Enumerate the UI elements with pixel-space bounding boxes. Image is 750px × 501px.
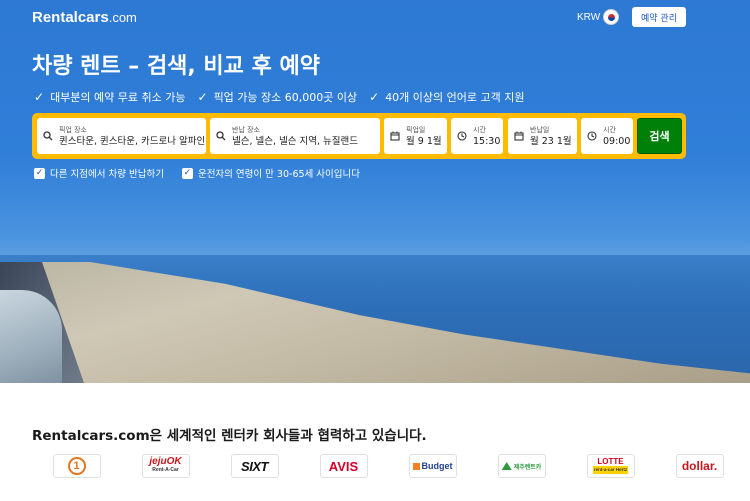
checkmark-icon: ✓ (34, 90, 45, 104)
korea-flag-icon[interactable] (603, 9, 619, 25)
dropoff-time-field[interactable]: 시간 09:00 (581, 118, 633, 154)
partner-dollar-text: dollar. (675, 454, 724, 478)
driver-age-label: 운전자의 연령이 만 30-65세 사이입니다 (197, 169, 360, 180)
mountain-icon (501, 462, 512, 470)
usp-list: ✓ 대부분의 예약 무료 취소 가능 ✓ 픽업 가능 장소 60,000곳 이상… (34, 89, 525, 105)
checkbox-checked-icon[interactable]: ✓ (34, 167, 45, 179)
checkbox-checked-icon[interactable]: ✓ (181, 167, 193, 179)
dropoff-date-value: 월 23 1월 (530, 135, 572, 147)
partner-logo-lotte: LOTTE rent-a-car Hertz (566, 452, 655, 480)
driver-age-option[interactable]: ✓ 운전자의 연령이 만 30-65세 사이입니다 (181, 166, 360, 180)
pickup-time-label: 시간 (473, 125, 486, 134)
partner-logos: 1 jejuOK Rent-A-Car SIXT AVIS Budget 제주렌… (32, 452, 744, 480)
partner-logo-jejuok: jejuOK Rent-A-Car (121, 452, 210, 480)
partner-avis-text: AVIS (319, 454, 368, 478)
partner-jeju-rentcar-text: 제주렌트카 (513, 464, 542, 471)
partner-lotte-sub: rent-a-car Hertz (592, 466, 629, 474)
partner-jejuok-text: jejuOK (149, 456, 182, 467)
partner-logo-jeju-rentcar: 제주렌트카 (477, 452, 566, 480)
dropoff-time-value: 09:00 (603, 135, 631, 147)
different-location-label: 다른 지점에서 차량 반납하기 (50, 169, 164, 180)
dropoff-time-label: 시간 (603, 125, 616, 134)
dropoff-location-value: 넬슨, 넬슨, 넬슨 지역, 뉴질랜드 (232, 135, 359, 147)
pickup-date-value: 월 9 1월 (406, 135, 442, 147)
usp-text: 40개 이상의 언어로 고객 지원 (385, 91, 525, 104)
dropoff-date-label: 반납일 (530, 125, 550, 134)
different-location-option[interactable]: ✓ 다른 지점에서 차량 반납하기 (34, 166, 164, 180)
clock-icon (451, 131, 473, 141)
partner-jeju-rentcar-logo: 제주렌트카 (497, 454, 546, 478)
pickup-location-field[interactable]: 픽업 장소 퀸스타운, 퀸스타운, 카드로나 알파인 (37, 118, 206, 154)
search-bar: 픽업 장소 퀸스타운, 퀸스타운, 카드로나 알파인 반납 장소 넬슨, 넬슨,… (32, 113, 686, 159)
partners-title: Rentalcars.com은 세계적인 렌터카 회사들과 협력하고 있습니다. (32, 428, 427, 444)
partner-budget-logo: Budget (408, 454, 457, 478)
partner-budget-text: Budget (421, 461, 453, 471)
pickup-date-label: 픽업일 (406, 125, 426, 134)
pickup-location-label: 픽업 장소 (59, 125, 87, 134)
partner-sixt-text: SIXT (230, 454, 279, 478)
rentalcars-logo[interactable]: Rentalcars.com (32, 9, 137, 26)
page-title: 차량 렌트 – 검색, 비교 후 예약 (32, 54, 320, 79)
manage-booking-button[interactable]: 예약 관리 (632, 7, 686, 27)
partner-logo-1: 1 (32, 452, 121, 480)
clock-icon (581, 131, 603, 141)
pickup-location-value: 퀸스타운, 퀸스타운, 카드로나 알파인 (59, 135, 206, 147)
partner-logo-avis: AVIS (299, 452, 388, 480)
calendar-icon (508, 131, 530, 141)
partner-logo-dollar: dollar. (655, 452, 744, 480)
usp-item: ✓ 40개 이상의 언어로 고객 지원 (369, 89, 524, 105)
logo-main-text: Rentalcars (32, 9, 109, 26)
checkmark-icon: ✓ (369, 90, 380, 104)
usp-item: ✓ 대부분의 예약 무료 취소 가능 (34, 89, 186, 105)
partner-jejuok-logo: jejuOK Rent-A-Car (141, 454, 190, 478)
usp-item: ✓ 픽업 가능 장소 60,000곳 이상 (198, 89, 358, 105)
dropoff-date-field[interactable]: 반납일 월 23 1월 (508, 118, 577, 154)
dropoff-location-label: 반납 장소 (232, 125, 260, 134)
pickup-time-field[interactable]: 시간 15:30 (451, 118, 503, 154)
logo-domain-text: .com (108, 10, 137, 25)
partner-one-text: 1 (67, 457, 86, 475)
hero-banner: Rentalcars.com KRW 예약 관리 차량 렌트 – 검색, 비교 … (0, 0, 750, 383)
partner-logo-sixt: SIXT (210, 452, 299, 480)
partner-one-logo: 1 (52, 454, 101, 478)
search-button[interactable]: 검색 (637, 118, 682, 154)
budget-mark-icon (412, 462, 420, 470)
partner-lotte-logo: LOTTE rent-a-car Hertz (586, 454, 635, 478)
partner-lotte-text: LOTTE (597, 457, 624, 466)
dropoff-location-field[interactable]: 반납 장소 넬슨, 넬슨, 넬슨 지역, 뉴질랜드 (210, 118, 380, 154)
checkmark-icon: ✓ (197, 90, 208, 104)
currency-selector[interactable]: KRW (577, 12, 600, 23)
search-icon (210, 131, 232, 141)
usp-text: 대부분의 예약 무료 취소 가능 (50, 91, 186, 104)
hero-car-mirror (0, 290, 62, 383)
search-options: ✓ 다른 지점에서 차량 반납하기 ✓ 운전자의 연령이 만 30-65세 사이… (34, 166, 360, 180)
partner-logo-budget: Budget (388, 452, 477, 480)
search-icon (37, 131, 59, 141)
pickup-time-value: 15:30 (473, 135, 501, 147)
calendar-icon (384, 131, 406, 141)
usp-text: 픽업 가능 장소 60,000곳 이상 (213, 91, 358, 104)
partner-jejuok-sub: Rent-A-Car (152, 467, 179, 473)
pickup-date-field[interactable]: 픽업일 월 9 1월 (384, 118, 447, 154)
